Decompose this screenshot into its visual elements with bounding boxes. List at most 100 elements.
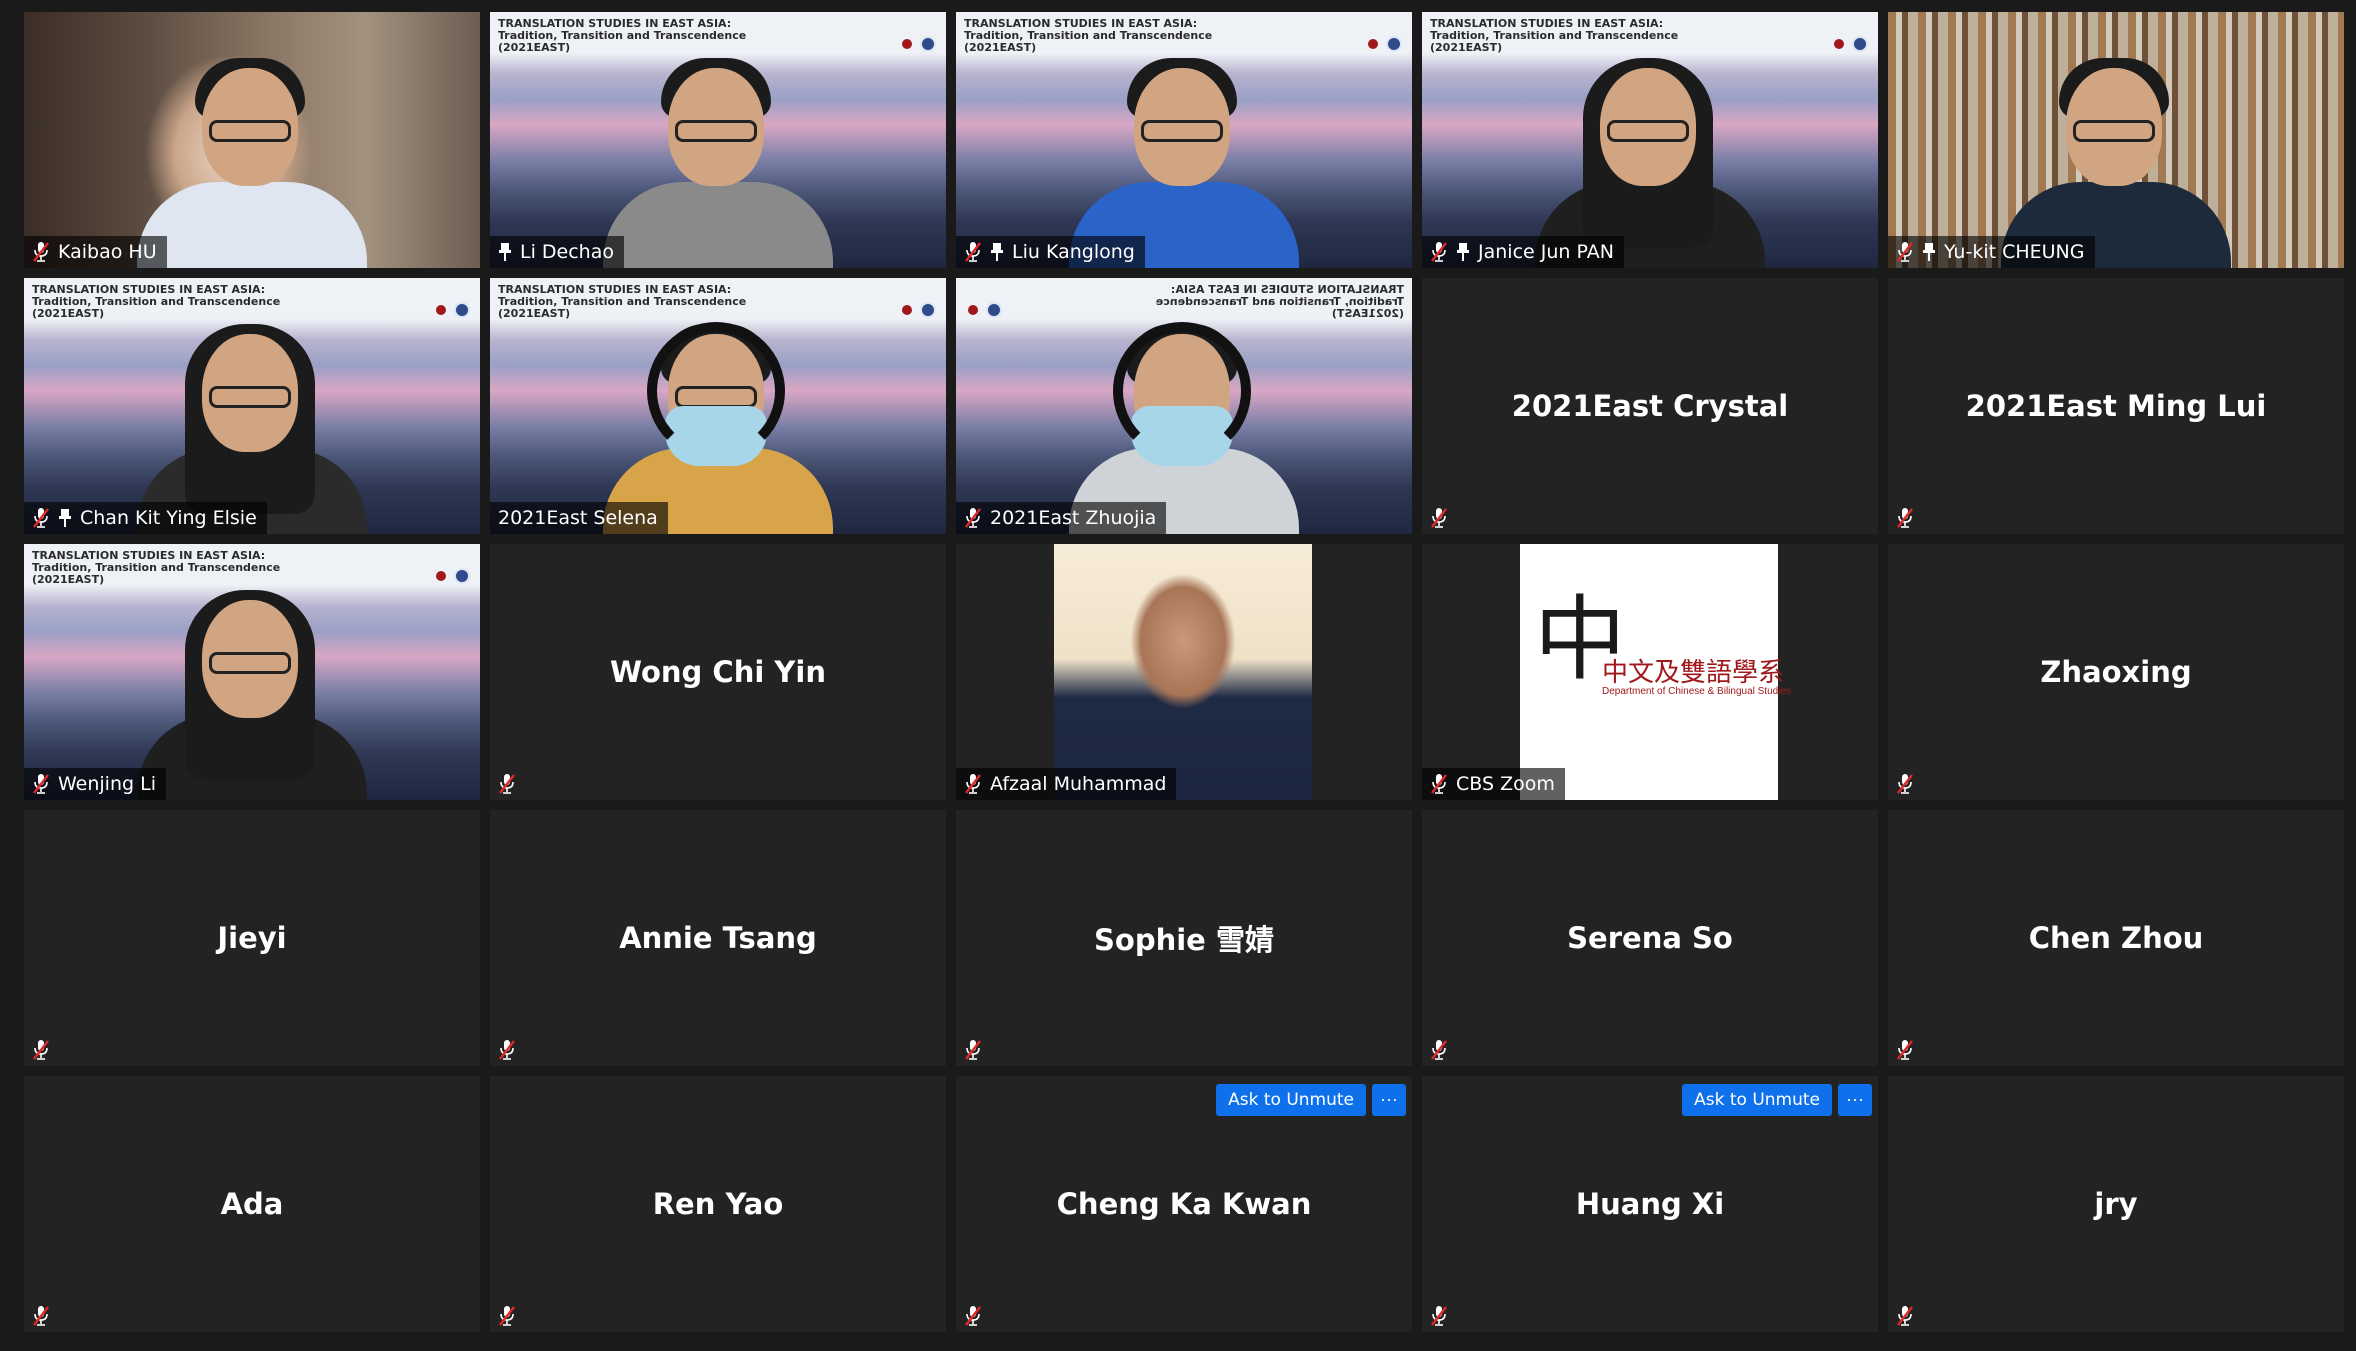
university-seal-icon xyxy=(454,302,470,318)
participant-tile[interactable]: Serena So xyxy=(1422,810,1878,1066)
participant-tile[interactable]: 中中文及雙語學系 Department of Chinese & Bilingua… xyxy=(1422,544,1878,800)
university-logo-icon xyxy=(902,39,912,49)
participant-tile[interactable]: TRANSLATION STUDIES IN EAST ASIA: Traditi… xyxy=(490,12,946,268)
participant-name-tag: 2021East Zhuojia xyxy=(956,502,1167,534)
mic-muted-icon xyxy=(964,507,982,529)
tile-hover-controls: Ask to Unmute ··· xyxy=(1216,1084,1406,1116)
participant-status xyxy=(490,768,526,800)
university-seal-icon xyxy=(920,36,936,52)
participant-tile[interactable]: 2021East Crystal xyxy=(1422,278,1878,534)
mic-muted-icon xyxy=(964,241,982,263)
banner-logos xyxy=(968,302,1002,318)
participant-name-tag: Kaibao HU xyxy=(24,236,167,268)
participant-tile[interactable]: TRANSLATION STUDIES IN EAST ASIA: Traditi… xyxy=(24,544,480,800)
participant-name-tag: Liu Kanglong xyxy=(956,236,1145,268)
participant-display-name: Ada xyxy=(220,1187,284,1221)
participant-figure xyxy=(603,314,833,534)
participant-tile[interactable]: TRANSLATION STUDIES IN EAST ASIA: Traditi… xyxy=(956,278,1412,534)
ask-to-unmute-button[interactable]: Ask to Unmute xyxy=(1216,1084,1366,1116)
participant-tile[interactable]: TRANSLATION STUDIES IN EAST ASIA: Traditi… xyxy=(490,278,946,534)
participant-status xyxy=(490,1034,526,1066)
logo-subtext: Department of Chinese & Bilingual Studie… xyxy=(1602,686,1791,697)
glasses xyxy=(209,386,291,408)
mic-muted-icon xyxy=(964,773,982,795)
participant-tile[interactable]: 2021East Ming Lui xyxy=(1888,278,2344,534)
participant-figure xyxy=(137,580,367,800)
more-options-icon[interactable]: ··· xyxy=(1372,1084,1406,1116)
participant-status xyxy=(490,1300,526,1332)
participant-name: 2021East Zhuojia xyxy=(990,507,1157,529)
participant-status xyxy=(1888,1300,1924,1332)
participant-tile[interactable]: Zhaoxing xyxy=(1888,544,2344,800)
participant-tile[interactable]: Jieyi xyxy=(24,810,480,1066)
participant-tile[interactable]: TRANSLATION STUDIES IN EAST ASIA: Traditi… xyxy=(956,12,1412,268)
glasses xyxy=(2073,120,2155,142)
participant-tile[interactable]: TRANSLATION STUDIES IN EAST ASIA: Traditi… xyxy=(24,278,480,534)
university-logo-icon xyxy=(1834,39,1844,49)
mic-muted-icon xyxy=(1896,773,1914,795)
participant-tile[interactable]: Cheng Ka Kwan Ask to Unmute ··· xyxy=(956,1076,1412,1332)
participant-name: Liu Kanglong xyxy=(1012,241,1135,263)
participant-name: CBS Zoom xyxy=(1456,773,1555,795)
participant-tile[interactable]: Annie Tsang xyxy=(490,810,946,1066)
university-logo-icon xyxy=(436,305,446,315)
participant-name-tag: Chan Kit Ying Elsie xyxy=(24,502,267,534)
university-logo-icon xyxy=(968,305,978,315)
more-options-icon[interactable]: ··· xyxy=(1838,1084,1872,1116)
participant-name-tag: Li Dechao xyxy=(490,236,624,268)
participant-tile[interactable]: TRANSLATION STUDIES IN EAST ASIA: Traditi… xyxy=(1422,12,1878,268)
participant-name: Li Dechao xyxy=(520,241,614,263)
participant-status xyxy=(956,1034,992,1066)
participant-status xyxy=(1422,1034,1458,1066)
mic-muted-icon xyxy=(1896,507,1914,529)
participant-tile[interactable]: Huang Xi Ask to Unmute ··· xyxy=(1422,1076,1878,1332)
participant-display-name: Ren Yao xyxy=(652,1187,784,1221)
profile-picture xyxy=(1054,544,1312,800)
mic-muted-icon xyxy=(1430,507,1448,529)
mic-muted-icon xyxy=(32,1039,50,1061)
participant-status xyxy=(1888,1034,1924,1066)
mic-muted-icon xyxy=(964,1305,982,1327)
participant-name: Chan Kit Ying Elsie xyxy=(80,507,257,529)
ask-to-unmute-button[interactable]: Ask to Unmute xyxy=(1682,1084,1832,1116)
participant-tile[interactable]: Kaibao HU xyxy=(24,12,480,268)
participant-shirt xyxy=(603,182,833,268)
headset xyxy=(1113,322,1251,460)
university-logo-icon xyxy=(902,305,912,315)
participant-display-name: Chen Zhou xyxy=(2028,921,2204,955)
mic-muted-icon xyxy=(498,773,516,795)
mic-muted-icon xyxy=(1430,1305,1448,1327)
participant-tile[interactable]: jry xyxy=(1888,1076,2344,1332)
mic-muted-icon xyxy=(1430,773,1448,795)
participant-name: Afzaal Muhammad xyxy=(990,773,1167,795)
participant-name: Yu-kit CHEUNG xyxy=(1944,241,2085,263)
university-seal-icon xyxy=(454,568,470,584)
university-seal-icon xyxy=(920,302,936,318)
participant-tile[interactable]: Sophie 雪婧 xyxy=(956,810,1412,1066)
participant-tile[interactable]: Afzaal Muhammad xyxy=(956,544,1412,800)
participant-display-name: Cheng Ka Kwan xyxy=(1056,1187,1312,1221)
mic-muted-icon xyxy=(32,1305,50,1327)
participant-tile[interactable]: Yu-kit CHEUNG xyxy=(1888,12,2344,268)
mic-muted-icon xyxy=(1896,1039,1914,1061)
participant-name: Janice Jun PAN xyxy=(1478,241,1614,263)
glasses xyxy=(209,652,291,674)
university-logo-icon xyxy=(436,571,446,581)
banner-logos xyxy=(1368,36,1402,52)
participant-tile[interactable]: Ren Yao xyxy=(490,1076,946,1332)
mic-muted-icon xyxy=(32,507,50,529)
spotlight-pin-icon xyxy=(1922,242,1936,262)
participant-figure xyxy=(2001,48,2231,268)
participant-figure xyxy=(1069,48,1299,268)
participant-tile[interactable]: Chen Zhou xyxy=(1888,810,2344,1066)
participant-tile[interactable]: Wong Chi Yin xyxy=(490,544,946,800)
university-seal-icon xyxy=(1852,36,1868,52)
university-seal-icon xyxy=(986,302,1002,318)
participant-name: 2021East Selena xyxy=(498,507,658,529)
participant-name-tag: 2021East Selena xyxy=(490,502,668,534)
mic-muted-icon xyxy=(1430,241,1448,263)
participant-status xyxy=(24,1034,60,1066)
participant-display-name: Jieyi xyxy=(217,921,287,955)
participant-tile[interactable]: Ada xyxy=(24,1076,480,1332)
mic-muted-icon xyxy=(1430,1039,1448,1061)
